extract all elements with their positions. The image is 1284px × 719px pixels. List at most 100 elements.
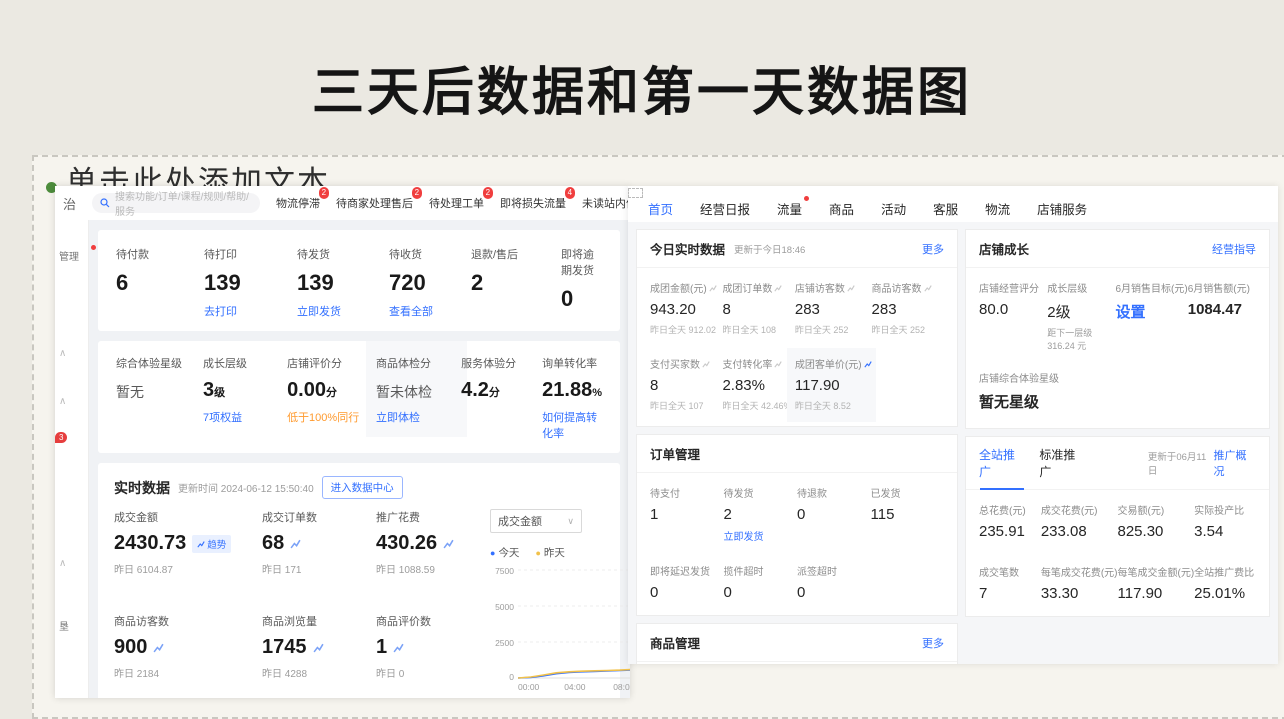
tab-standard-promo[interactable]: 标准推广: [1039, 446, 1085, 480]
todo-label: 待发货: [297, 246, 389, 262]
todo-value: 139: [204, 270, 297, 296]
nav-traffic-loss[interactable]: 即将损失流量 4: [500, 195, 566, 211]
todo-overdue-ship: 即将逾期发货 0: [561, 246, 602, 319]
promo-deal-spend: 成交花费(元) 233.08: [1041, 502, 1118, 540]
legend-dot-yesterday: ●: [535, 548, 540, 558]
metric-select[interactable]: 成交金额 ∨: [490, 509, 582, 533]
order-pending-pay: 待支付 1: [650, 485, 724, 543]
star-level-block: 店铺综合体验星级 暂无星级: [966, 366, 1269, 428]
realtime-updated: 更新时间 2024-06-12 15:50:40: [178, 480, 314, 495]
rate-label: 店铺评价分: [287, 355, 376, 371]
sidebar-item-label: 管理: [59, 252, 79, 263]
tab-shop-services[interactable]: 店铺服务: [1037, 199, 1087, 218]
growth-level: 成长层级 2级 距下一层级 316.24 元: [1047, 280, 1115, 352]
metric-avg-order-value: 成团客单价(元) 117.90 昨日全天 8.52: [795, 356, 872, 412]
search-placeholder: 搜索功能/订单/课程/规则/帮助/服务: [115, 188, 252, 218]
shop-growth-section: 店铺成长 经营指导 店铺经营评分 80.0 成长层级 2级 距下一层级 316.…: [965, 229, 1270, 429]
badge: 2: [483, 187, 493, 199]
trend-icon[interactable]: [393, 642, 404, 653]
series-昨天: [518, 662, 630, 678]
nav-logistics-stalled[interactable]: 物流停滞 2: [276, 195, 320, 211]
search-input[interactable]: 搜索功能/订单/课程/规则/帮助/服务: [92, 193, 260, 213]
nav-label: 即将损失流量: [500, 198, 566, 210]
metric-group-orders: 成团订单数 8 昨日全天 108: [722, 280, 794, 336]
trend-icon[interactable]: [290, 538, 301, 549]
metric-pay-conversion: 支付转化率 2.83% 昨日全天 42.46%: [722, 356, 794, 412]
guidance-link[interactable]: 经营指导: [1212, 241, 1256, 257]
rate-value: 21.88%: [542, 379, 602, 402]
product-management-section: 商品管理 更多 出售中 已售罄 已下架: [636, 623, 958, 664]
dashed-selection-icon: [628, 188, 643, 198]
rating-card: 综合体验星级 暂无 成长层级 3级 7项权益 店铺评价分 0.00分 低于100…: [98, 341, 620, 453]
growth-sales-amount: 6月销售额(元) 1084.47: [1188, 280, 1256, 352]
todo-to-ship: 待发货 139 立即发货: [297, 246, 389, 319]
chevron-up-icon[interactable]: ∧: [59, 558, 66, 569]
trend-badge[interactable]: 趋势: [192, 535, 231, 553]
trend-icon[interactable]: [153, 642, 164, 653]
rate-label: 综合体验星级: [116, 355, 203, 371]
trend-icon[interactable]: [313, 642, 324, 653]
rate-star-level: 综合体验星级 暂无: [116, 355, 203, 441]
left-sidebar: 管理 ∧ ∧ 3 ∧ 垦: [55, 220, 89, 698]
rate-value: 暂未体检: [376, 382, 461, 402]
more-link[interactable]: 更多: [922, 241, 944, 257]
line-chart: 7500 5000 2500 0 00:00 04:00: [490, 566, 630, 694]
todo-value: 2: [471, 270, 561, 296]
tab-products[interactable]: 商品: [829, 199, 854, 218]
nav-pending-aftersales[interactable]: 待商家处理售后 2: [336, 195, 413, 211]
tab-logistics[interactable]: 物流: [985, 199, 1010, 218]
todo-pending-payment: 待付款 6: [116, 246, 204, 319]
ship-now-link[interactable]: 立即发货: [297, 303, 389, 319]
tab-traffic[interactable]: 流量: [777, 199, 802, 218]
tab-customer-service[interactable]: 客服: [933, 199, 958, 218]
section-title: 店铺成长: [979, 239, 1029, 258]
todo-label: 待收货: [389, 246, 471, 262]
metric-ad-spend: 推广花费 430.26 昨日 1088.59: [376, 509, 486, 591]
view-all-link[interactable]: 查看全部: [389, 303, 471, 319]
tab-daily-report[interactable]: 经营日报: [700, 199, 750, 218]
right-dashboard-screenshot: 首页 经营日报 流量 商品 活动 客服 物流 店铺服务 今日实时数据 更新于今日…: [628, 186, 1278, 664]
check-now-link[interactable]: 立即体检: [376, 409, 461, 425]
chevron-down-icon: ∨: [567, 516, 574, 527]
promo-gmv: 交易额(元) 825.30: [1118, 502, 1195, 540]
data-center-button[interactable]: 进入数据中心: [322, 476, 403, 499]
chart-legend: ●今天 ●昨天: [490, 545, 630, 560]
chevron-up-icon[interactable]: ∧: [59, 348, 66, 359]
go-print-link[interactable]: 去打印: [204, 303, 297, 319]
promo-total-spend: 总花费(元) 235.91: [979, 502, 1041, 540]
trend-icon: [924, 284, 932, 292]
rate-value: 3级: [203, 379, 287, 402]
tab-home[interactable]: 首页: [648, 199, 673, 218]
metric-shop-visitors: 店铺访客数 283 昨日全天 252: [795, 280, 872, 336]
rate-product-check: 商品体检分 暂未体检 立即体检: [376, 355, 461, 441]
set-target-link[interactable]: 设置: [1116, 301, 1188, 322]
rate-label: 成长层级: [203, 355, 287, 371]
rate-inquiry-conversion: 询单转化率 21.88% 如何提高转化率: [542, 355, 602, 441]
rate-service-score: 服务体验分 4.2分: [461, 355, 542, 441]
chart-canvas: [518, 566, 630, 680]
metric-product-views: 商品浏览量 1745 昨日 4288: [262, 613, 376, 695]
order-pickup-timeout: 揽件超时 0: [724, 563, 798, 601]
improve-conversion-link[interactable]: 如何提高转化率: [542, 409, 602, 441]
section-updated: 更新于今日18:46: [734, 242, 805, 256]
chevron-up-icon[interactable]: ∧: [59, 396, 66, 407]
tab-sitewide-promo[interactable]: 全站推广: [979, 446, 1025, 480]
trend-icon[interactable]: [443, 538, 454, 549]
below-peers-link[interactable]: 低于100%同行: [287, 409, 376, 425]
promo-overview-link[interactable]: 推广概况: [1213, 447, 1256, 479]
realtime-title: 实时数据: [114, 478, 170, 498]
ship-now-link[interactable]: 立即发货: [724, 528, 798, 543]
nav-pending-tickets[interactable]: 待处理工单 2: [429, 195, 484, 211]
promo-fee-ratio: 全站推广费比 25.01%: [1194, 564, 1256, 602]
rights-link[interactable]: 7项权益: [203, 409, 287, 425]
more-link[interactable]: 更多: [922, 635, 944, 651]
todo-value: 0: [561, 286, 602, 312]
tab-activities[interactable]: 活动: [881, 199, 906, 218]
realtime-metrics: 成交金额 2430.73 趋势 昨日 6104.87 成交订单数 68 昨日 1…: [114, 509, 486, 694]
rate-shop-score: 店铺评价分 0.00分 低于100%同行: [287, 355, 376, 441]
order-delivery-timeout: 派签超时 0: [797, 563, 871, 601]
logo-fragment: 治: [63, 194, 76, 213]
todo-card: 待付款 6 待打印 139 去打印 待发货 139 立即发货 待收货 720 查…: [98, 230, 620, 331]
metric-orders: 成交订单数 68 昨日 171: [262, 509, 376, 591]
rate-growth-level: 成长层级 3级 7项权益: [203, 355, 287, 441]
